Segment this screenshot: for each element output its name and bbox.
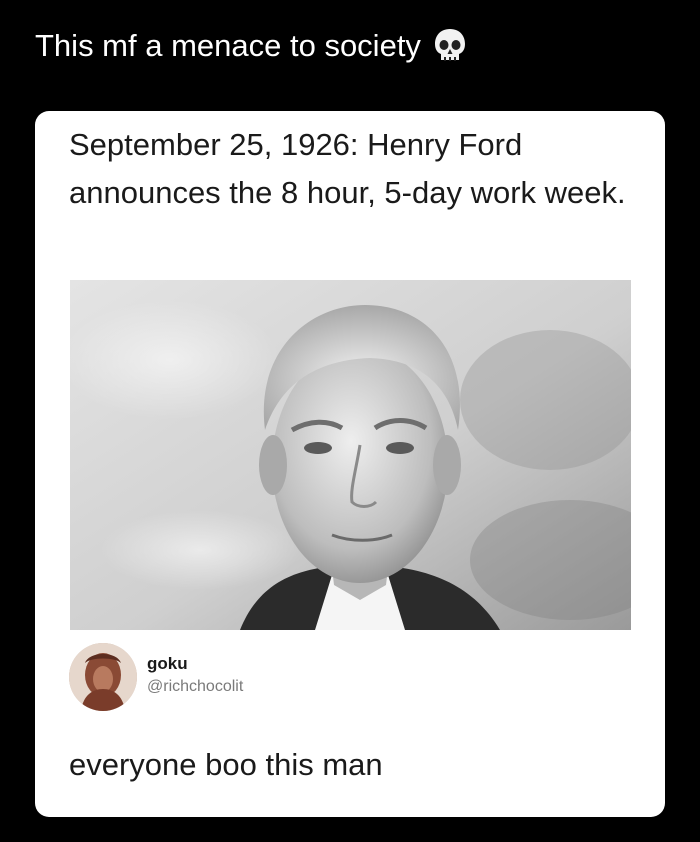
skull-icon [433, 27, 467, 65]
tweet-card: September 25, 1926: Henry Ford announces… [35, 111, 665, 817]
reply-text: everyone boo this man [69, 747, 383, 782]
reply-author[interactable]: goku @richchocolit [69, 643, 243, 711]
portrait-photo [70, 280, 631, 630]
user-handle[interactable]: @richchocolit [147, 678, 243, 696]
author-names: goku @richchocolit [147, 654, 243, 696]
avatar[interactable] [69, 643, 137, 711]
caption-text: This mf a menace to society [35, 28, 421, 63]
display-name[interactable]: goku [147, 654, 243, 674]
post-text: September 25, 1926: Henry Ford announces… [69, 127, 626, 210]
meme-caption: This mf a menace to society [35, 27, 467, 65]
